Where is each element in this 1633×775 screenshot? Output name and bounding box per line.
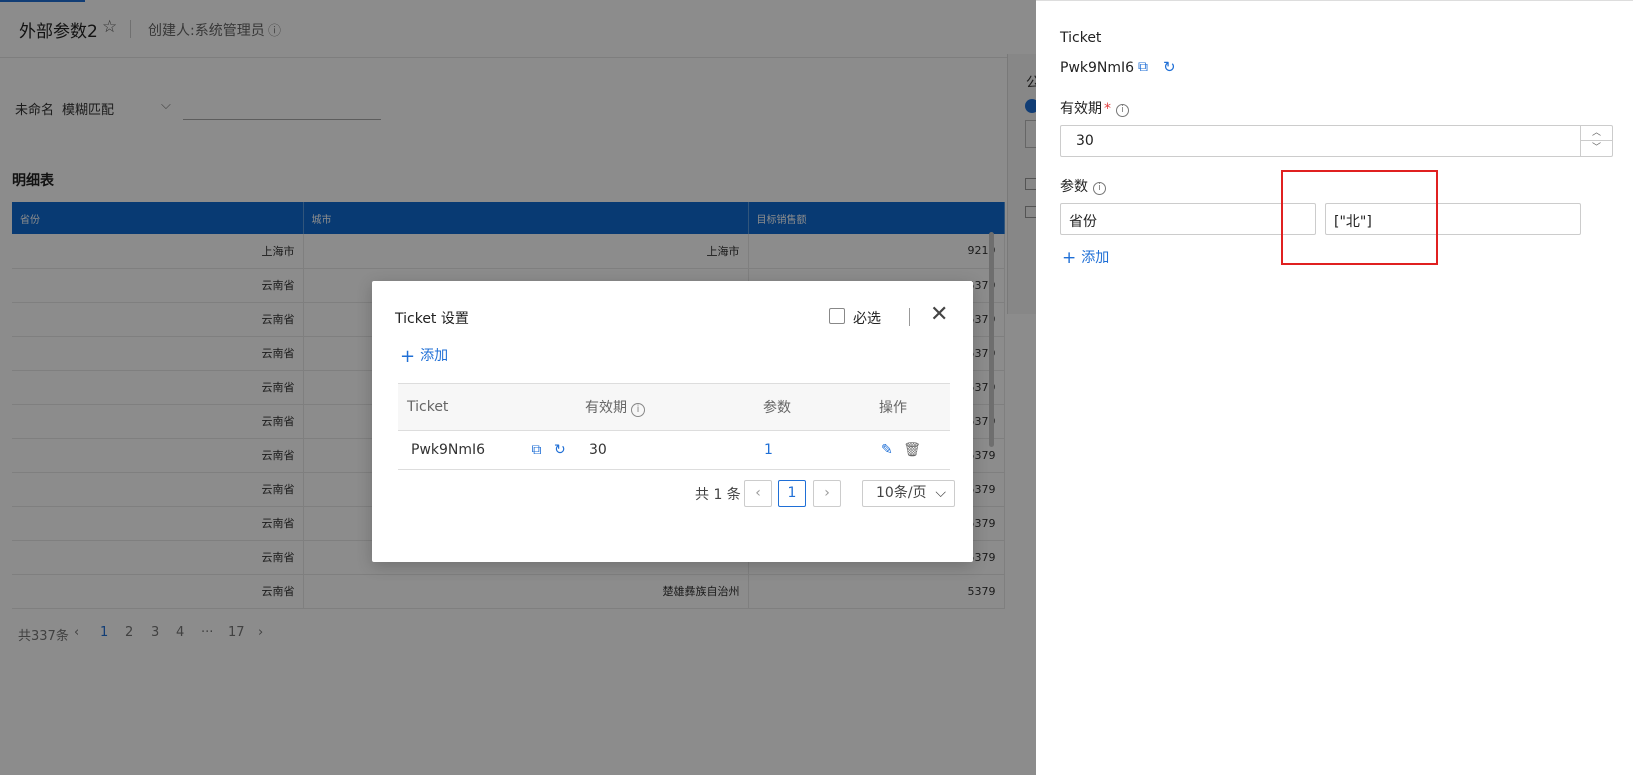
close-icon[interactable]: ✕ <box>930 303 948 327</box>
ticket-table: Ticket 有效期 i 参数 操作 Pwk9NmI6 ⧉ ↻ 30 1 ✎ 🗑 <box>398 383 950 470</box>
column-header-params-label: 参数 <box>763 400 791 416</box>
column-header-expire: 有效期 i <box>576 383 754 431</box>
actions-cell: ✎ 🗑 <box>870 430 950 470</box>
copy-icon[interactable]: ⧉ <box>1138 59 1148 75</box>
add-ticket-button[interactable]: + 添加 <box>400 345 448 367</box>
ticket-label: Ticket <box>1060 30 1102 46</box>
chevron-up-icon[interactable]: ︿ <box>1581 126 1612 141</box>
column-header-actions: 操作 <box>870 383 950 431</box>
edit-icon[interactable]: ✎ <box>881 442 893 458</box>
chevron-down-icon: ⌵ <box>935 485 946 501</box>
add-ticket-label: 添加 <box>420 348 449 364</box>
expire-label-text: 有效期 <box>1060 101 1102 117</box>
column-header-ticket: Ticket <box>398 383 576 431</box>
expire-label: 有效期 * i <box>1060 98 1129 118</box>
required-checkbox[interactable] <box>829 308 845 324</box>
pagination-total: 共 1 条 <box>695 487 741 503</box>
params-link[interactable]: 1 <box>754 430 870 470</box>
prev-page-button[interactable]: ‹ <box>744 480 772 507</box>
info-icon[interactable]: i <box>1116 104 1129 117</box>
add-param-button[interactable]: + 添加 <box>1062 247 1109 268</box>
expire-cell: 30 <box>576 430 754 470</box>
required-label[interactable]: 必选 <box>853 308 881 328</box>
ticket-edit-drawer: Ticket Pwk9NmI6 ⧉ ↻ 有效期 * i 30 ︿ ﹀ 参数 i 省份 … <box>1036 0 1633 775</box>
delete-icon[interactable]: 🗑 <box>903 442 921 458</box>
ticket-value: Pwk9NmI6 <box>1060 60 1135 76</box>
param-key-input[interactable]: 省份 <box>1060 203 1316 235</box>
chevron-down-icon[interactable]: ﹀ <box>1581 141 1612 156</box>
required-marker: * <box>1104 101 1111 117</box>
next-page-button[interactable]: › <box>813 480 841 507</box>
expire-value: 30 <box>1076 133 1094 149</box>
plus-icon: + <box>1062 248 1077 268</box>
refresh-icon[interactable]: ↻ <box>1163 58 1176 76</box>
column-header-ticket-label: Ticket <box>407 399 449 415</box>
add-param-label: 添加 <box>1081 250 1110 266</box>
ticket-value: Pwk9NmI6 <box>411 442 486 458</box>
plus-icon: + <box>400 346 416 367</box>
expire-number-input[interactable]: 30 ︿ ﹀ <box>1060 125 1613 157</box>
page-size-select[interactable]: 10条/页 ⌵ <box>862 480 955 507</box>
info-icon[interactable]: i <box>631 403 645 417</box>
copy-icon[interactable]: ⧉ <box>532 442 542 458</box>
quantity-stepper: ︿ ﹀ <box>1580 126 1612 156</box>
column-header-actions-label: 操作 <box>879 400 907 416</box>
refresh-icon[interactable]: ↻ <box>554 442 566 458</box>
params-label: 参数 i <box>1060 176 1106 196</box>
column-header-params: 参数 <box>754 383 870 431</box>
info-icon[interactable]: i <box>1093 182 1106 195</box>
column-header-expire-label: 有效期 <box>585 400 627 416</box>
page-size-value: 10条/页 <box>876 485 927 501</box>
highlight-box <box>1281 170 1438 265</box>
table-row: Pwk9NmI6 ⧉ ↻ 30 1 ✎ 🗑 <box>398 430 950 470</box>
divider <box>909 308 910 326</box>
page-button-current[interactable]: 1 <box>778 480 806 507</box>
params-label-text: 参数 <box>1060 179 1088 195</box>
ticket-settings-modal: Ticket 设置 必选 ✕ + 添加 Ticket 有效期 i 参数 操作 Pwk… <box>372 281 973 562</box>
ticket-cell: Pwk9NmI6 ⧉ ↻ <box>398 430 576 470</box>
modal-title: Ticket 设置 <box>395 311 469 327</box>
